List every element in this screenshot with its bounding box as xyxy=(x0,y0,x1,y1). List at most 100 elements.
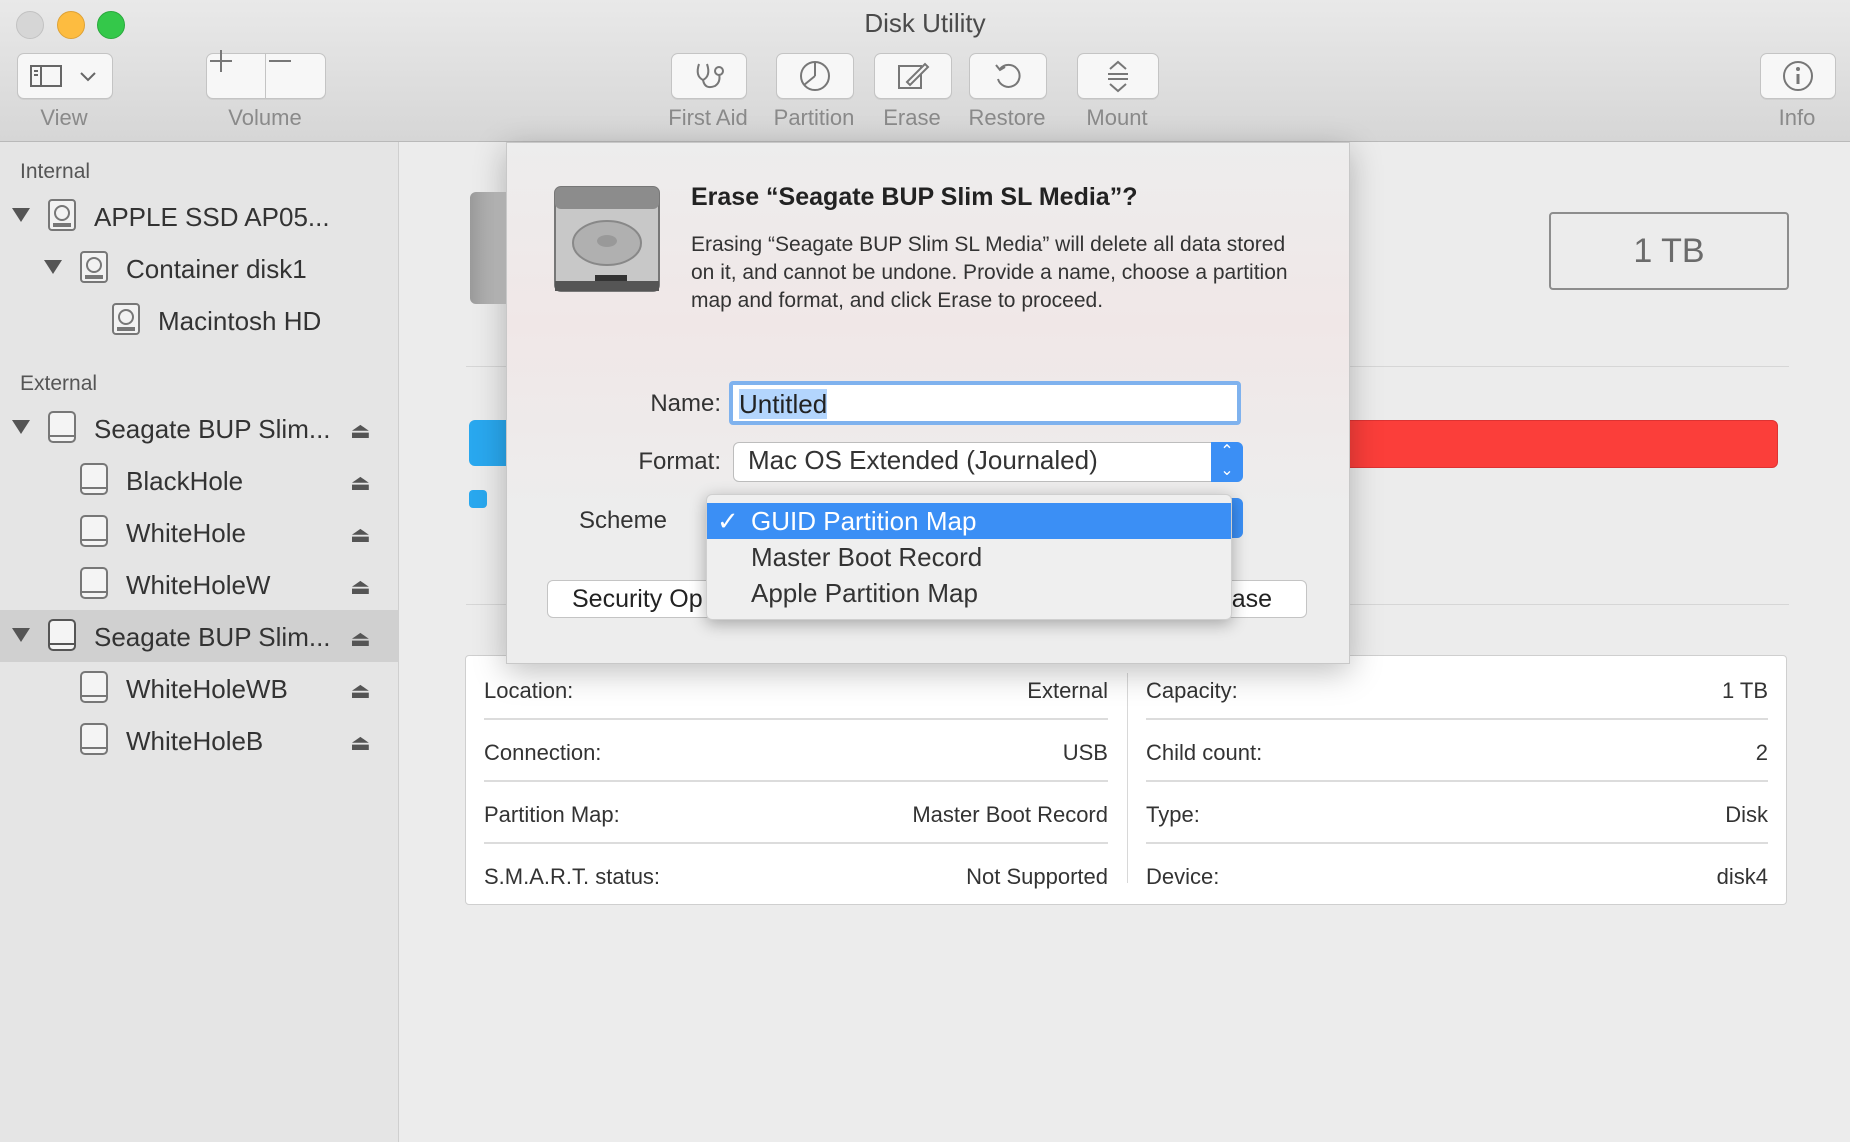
info-row-type: Type: Disk xyxy=(1146,780,1768,844)
eject-icon[interactable]: ⏏ xyxy=(350,418,371,444)
sidebar-item-whiteholeb[interactable]: WhiteHoleB ⏏ xyxy=(0,714,398,766)
sidebar-item-label: WhiteHoleWB xyxy=(126,674,288,704)
erase-pen-icon xyxy=(898,62,930,89)
sidebar-item-label: Seagate BUP Slim... xyxy=(94,622,331,652)
eject-icon[interactable]: ⏏ xyxy=(350,626,371,652)
sidebar-item-whiteholewb[interactable]: WhiteHoleWB ⏏ xyxy=(0,662,398,714)
sheet-description: Erasing “Seagate BUP Slim SL Media” will… xyxy=(691,233,1288,312)
erase-button[interactable] xyxy=(874,53,952,99)
volume-button-group xyxy=(206,50,326,99)
sidebar-item-label: Macintosh HD xyxy=(158,306,322,336)
eject-icon[interactable]: ⏏ xyxy=(350,574,371,600)
info-label: Info xyxy=(1778,105,1816,130)
eject-icon[interactable]: ⏏ xyxy=(350,730,371,756)
sidebar-item-seagate-2-selected[interactable]: Seagate BUP Slim... ⏏ xyxy=(0,610,398,662)
internal-disk-icon xyxy=(48,199,76,231)
view-button[interactable] xyxy=(17,53,113,99)
erase-label: Erase xyxy=(883,105,941,130)
plus-icon xyxy=(210,50,232,72)
disk-header-icon xyxy=(470,192,510,304)
sidebar-item-label: BlackHole xyxy=(126,466,244,496)
info-value: USB xyxy=(1062,740,1108,765)
info-value: 1 TB xyxy=(1721,678,1768,703)
info-row-capacity: Capacity: 1 TB xyxy=(1146,656,1768,720)
sidebar-item-label: WhiteHoleB xyxy=(126,726,264,756)
restore-button[interactable] xyxy=(969,53,1047,99)
restore-arrow-icon xyxy=(995,63,1021,88)
info-row-child-count: Child count: 2 xyxy=(1146,718,1768,782)
sidebar-item-whitehole[interactable]: WhiteHole ⏏ xyxy=(0,506,398,558)
sidebar-item-macintosh-hd[interactable]: Macintosh HD xyxy=(0,294,398,346)
eject-icon[interactable]: ⏏ xyxy=(350,470,371,496)
sidebar-item-blackhole[interactable]: BlackHole ⏏ xyxy=(0,454,398,506)
scheme-dropdown-menu: ✓ GUID Partition Map Master Boot Record … xyxy=(706,494,1232,620)
name-field[interactable]: Untitled xyxy=(729,381,1241,425)
stethoscope-icon xyxy=(696,63,724,89)
info-row-device: Device: disk4 xyxy=(1146,842,1768,904)
add-volume-button[interactable] xyxy=(207,50,266,98)
menu-item-label: Master Boot Record xyxy=(751,542,983,572)
sidebar-section-external: External xyxy=(20,372,98,395)
info-row-smart: S.M.A.R.T. status: Not Supported xyxy=(484,842,1108,904)
external-disk-icon xyxy=(80,463,108,495)
remove-volume-button[interactable] xyxy=(266,54,324,98)
eject-icon[interactable]: ⏏ xyxy=(350,522,371,548)
format-label: Format: xyxy=(638,448,721,475)
restore-label: Restore xyxy=(968,105,1046,130)
menu-item-label: Apple Partition Map xyxy=(751,578,978,608)
first-aid-button[interactable] xyxy=(671,53,747,99)
info-divider xyxy=(1127,673,1128,883)
sidebar-item-label: Seagate BUP Slim... xyxy=(94,414,331,444)
name-field-value: Untitled xyxy=(739,389,828,419)
info-key: S.M.A.R.T. status: xyxy=(484,864,661,889)
format-popup[interactable]: Mac OS Extended (Journaled) ⌃ ⌄ xyxy=(733,442,1243,482)
info-value: External xyxy=(1027,678,1108,703)
info-value: disk4 xyxy=(1716,864,1768,889)
info-key: Device: xyxy=(1146,864,1220,889)
window-title: Disk Utility xyxy=(864,8,986,38)
sidebar-item-whiteholew[interactable]: WhiteHoleW ⏏ xyxy=(0,558,398,610)
sidebar-section-internal: Internal xyxy=(20,160,91,183)
disclosure-triangle-icon[interactable] xyxy=(12,208,30,222)
legend-swatch-used xyxy=(469,490,487,508)
partition-button[interactable] xyxy=(776,53,854,99)
menu-item-label: GUID Partition Map xyxy=(751,506,977,536)
info-key: Location: xyxy=(484,678,574,703)
sidebar-item-apple-ssd[interactable]: APPLE SSD AP05... xyxy=(0,190,398,242)
info-icon xyxy=(1783,61,1813,91)
internal-disk-icon xyxy=(80,251,108,283)
eject-icon[interactable]: ⏏ xyxy=(350,678,371,704)
menu-item-master-boot-record[interactable]: Master Boot Record xyxy=(707,539,1231,575)
scheme-label: Scheme xyxy=(578,507,667,534)
view-label: View xyxy=(40,105,88,130)
menu-item-guid-partition-map[interactable]: ✓ GUID Partition Map xyxy=(707,503,1231,539)
chevron-down-icon xyxy=(80,72,96,82)
external-disk-icon xyxy=(80,567,108,599)
sidebar-item-seagate-1[interactable]: Seagate BUP Slim... ⏏ xyxy=(0,402,398,454)
info-value: Master Boot Record xyxy=(912,802,1108,827)
info-table: Location: External Connection: USB Parti… xyxy=(465,655,1787,905)
info-key: Connection: xyxy=(484,740,602,765)
external-disk-icon xyxy=(80,671,108,703)
info-row-location: Location: External xyxy=(484,656,1108,720)
up-down-chevron-icon: ⌃⌄ xyxy=(1211,442,1243,482)
mount-button[interactable] xyxy=(1077,53,1159,99)
info-row-partition-map: Partition Map: Master Boot Record xyxy=(484,780,1108,844)
internal-disk-icon xyxy=(112,303,140,335)
minus-icon xyxy=(269,60,291,62)
sheet-title: Erase “Seagate BUP Slim SL Media”? xyxy=(691,183,1138,211)
info-value: Disk xyxy=(1725,802,1768,827)
sidebar-item-label: WhiteHoleW xyxy=(126,570,271,600)
sidebar-item-container-disk1[interactable]: Container disk1 xyxy=(0,242,398,294)
menu-item-apple-partition-map[interactable]: Apple Partition Map xyxy=(707,575,1231,611)
external-disk-icon xyxy=(80,723,108,755)
sidebar-icon xyxy=(30,65,96,87)
info-value: Not Supported xyxy=(966,864,1108,889)
disclosure-triangle-icon[interactable] xyxy=(44,260,62,274)
external-disk-icon xyxy=(80,515,108,547)
info-button[interactable] xyxy=(1760,53,1836,99)
partition-label: Partition xyxy=(773,105,855,130)
disclosure-triangle-icon[interactable] xyxy=(12,628,30,642)
disclosure-triangle-icon[interactable] xyxy=(12,420,30,434)
usage-bar-free xyxy=(1300,420,1778,468)
